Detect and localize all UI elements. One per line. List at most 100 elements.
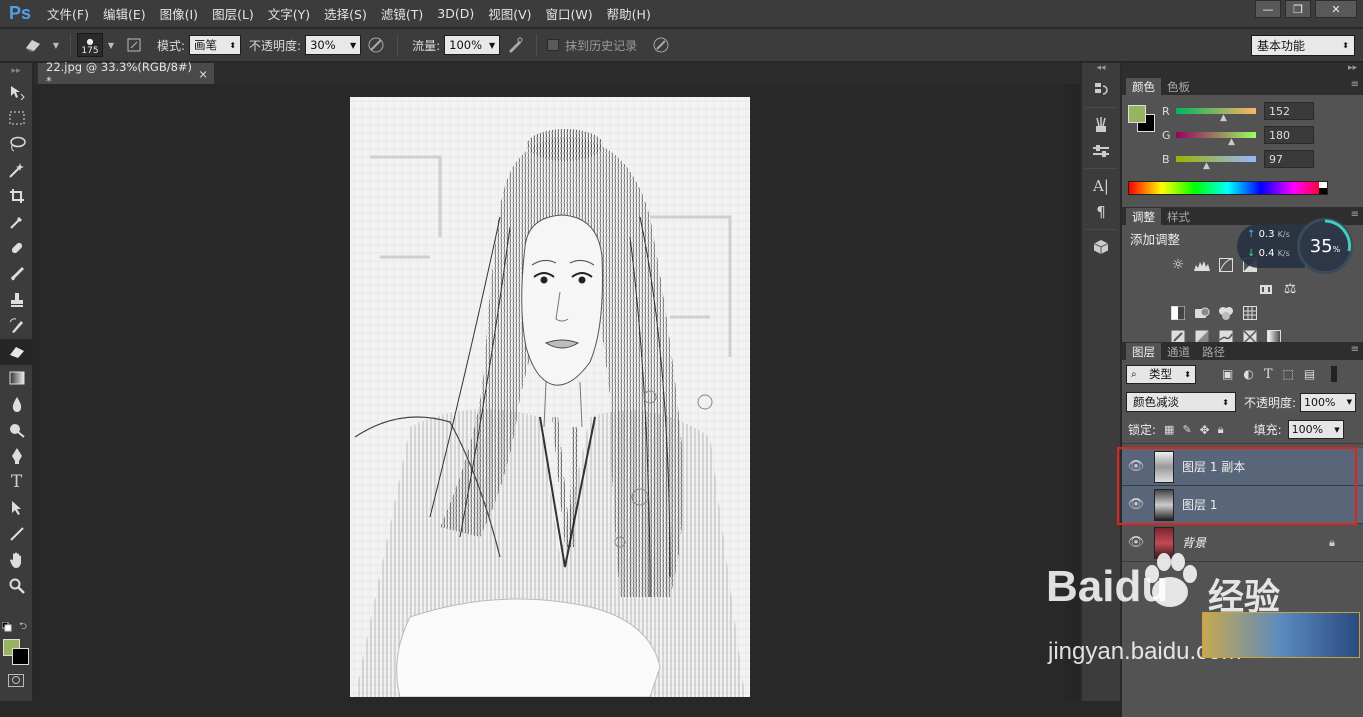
lasso-tool-icon[interactable] xyxy=(0,131,33,157)
brush-preset-picker[interactable]: ● 175 xyxy=(77,33,103,57)
layer-row[interactable]: 👁︎ 背景 🔒︎ xyxy=(1122,524,1363,562)
eraser-tool-icon[interactable] xyxy=(0,339,33,365)
menu-help[interactable]: 帮助(H) xyxy=(600,4,658,23)
healing-brush-tool-icon[interactable] xyxy=(0,235,33,261)
path-selection-tool-icon[interactable] xyxy=(0,495,33,521)
clone-stamp-tool-icon[interactable] xyxy=(0,287,33,313)
eyedropper-tool-icon[interactable] xyxy=(0,209,33,235)
tab-styles[interactable]: 样式 xyxy=(1161,208,1196,225)
eraser-tool-preset-icon[interactable] xyxy=(21,34,45,56)
brush-tool-icon[interactable] xyxy=(0,261,33,287)
panel-menu-icon[interactable]: ≡ xyxy=(1351,344,1359,355)
minimize-button[interactable]: — xyxy=(1255,0,1281,18)
opacity-input[interactable]: 30% ▼ xyxy=(305,35,362,55)
channel-mixer-icon[interactable] xyxy=(1215,303,1237,323)
menu-file[interactable]: 文件(F) xyxy=(40,4,96,23)
swap-colors-icon[interactable]: ⮌ xyxy=(19,619,27,636)
layer-opacity-input[interactable]: 100% ▼ xyxy=(1300,392,1357,412)
tab-channels[interactable]: 通道 xyxy=(1161,343,1196,360)
tab-adjustments[interactable]: 调整 xyxy=(1126,208,1161,225)
red-value-input[interactable]: 152 xyxy=(1264,102,1314,120)
default-colors-icon[interactable] xyxy=(1,621,12,632)
layer-row[interactable]: 👁︎ 图层 1 xyxy=(1122,486,1363,524)
fill-input[interactable]: 100% ▼ xyxy=(1287,420,1344,439)
lock-all-icon[interactable]: 🔒︎ xyxy=(1218,423,1224,437)
menu-select[interactable]: 选择(S) xyxy=(317,4,374,23)
line-tool-icon[interactable] xyxy=(0,521,33,547)
slider-thumb-icon[interactable]: ▲ xyxy=(1228,137,1235,147)
preset-dropdown-arrow-icon[interactable]: ▼ xyxy=(51,34,61,56)
menu-window[interactable]: 窗口(W) xyxy=(539,4,600,23)
move-tool-icon[interactable] xyxy=(0,79,33,105)
green-slider[interactable]: ▲ xyxy=(1176,132,1256,147)
quick-mask-icon[interactable] xyxy=(8,674,24,687)
lock-position-icon[interactable]: ✥ xyxy=(1200,423,1210,437)
menu-3d[interactable]: 3D(D) xyxy=(430,6,481,21)
flow-input[interactable]: 100% ▼ xyxy=(444,35,501,55)
type-tool-icon[interactable]: T xyxy=(0,469,33,495)
levels-icon[interactable] xyxy=(1191,255,1213,275)
black-white-icon[interactable] xyxy=(1167,303,1189,323)
lock-image-pixels-icon[interactable]: ✎ xyxy=(1182,423,1191,436)
layer-row[interactable]: 👁︎ 图层 1 副本 xyxy=(1122,448,1363,486)
curves-icon[interactable] xyxy=(1215,255,1237,275)
balance-icon[interactable]: ⚖ xyxy=(1279,279,1301,299)
tab-swatches[interactable]: 色板 xyxy=(1161,78,1196,95)
green-value-input[interactable]: 180 xyxy=(1264,126,1314,144)
crop-tool-icon[interactable] xyxy=(0,183,33,209)
blue-slider[interactable]: ▲ xyxy=(1176,156,1256,171)
collapse-arrows-icon[interactable]: ▸▸ xyxy=(0,63,32,79)
color-spectrum-bar[interactable] xyxy=(1128,181,1328,195)
mode-select[interactable]: 画笔 ⬍ xyxy=(189,35,242,55)
history-panel-icon[interactable] xyxy=(1082,77,1120,103)
eye-icon[interactable]: 👁︎ xyxy=(1122,497,1150,512)
blur-tool-icon[interactable] xyxy=(0,391,33,417)
blend-mode-select[interactable]: 颜色减淡 ⬍ xyxy=(1126,392,1236,412)
pressure-opacity-icon[interactable] xyxy=(364,34,388,56)
brush-dropdown-arrow-icon[interactable]: ▼ xyxy=(106,34,116,56)
blue-value-input[interactable]: 97 xyxy=(1264,150,1314,168)
restore-button[interactable]: ❐ xyxy=(1285,0,1311,18)
brightness-contrast-icon[interactable]: ☼ xyxy=(1167,255,1189,275)
pen-tool-icon[interactable] xyxy=(0,443,33,469)
magic-wand-tool-icon[interactable] xyxy=(0,157,33,183)
tab-layers[interactable]: 图层 xyxy=(1126,343,1161,360)
lock-transparent-pixels-icon[interactable]: ▦ xyxy=(1164,423,1174,436)
filter-adjustment-layer-icon[interactable]: ◐ xyxy=(1243,367,1253,381)
hand-tool-icon[interactable] xyxy=(0,547,33,573)
character-panel-icon[interactable]: A| xyxy=(1082,173,1120,199)
history-brush-tool-icon[interactable] xyxy=(0,313,33,339)
menu-type[interactable]: 文字(Y) xyxy=(261,4,317,23)
close-tab-icon[interactable]: × xyxy=(198,67,208,81)
vibrance-icon[interactable] xyxy=(1255,279,1277,299)
tab-paths[interactable]: 路径 xyxy=(1196,343,1231,360)
document-image[interactable] xyxy=(350,97,750,697)
eye-icon[interactable]: 👁︎ xyxy=(1122,535,1150,550)
brush-presets-panel-icon[interactable] xyxy=(1082,112,1120,138)
collapse-arrows-icon[interactable]: ▸▸ xyxy=(1348,63,1357,73)
pressure-size-icon[interactable] xyxy=(649,34,673,56)
dodge-tool-icon[interactable] xyxy=(0,417,33,443)
menu-layer[interactable]: 图层(L) xyxy=(205,4,261,23)
airbrush-icon[interactable] xyxy=(503,34,527,56)
panel-menu-icon[interactable]: ≡ xyxy=(1351,79,1359,90)
3d-panel-icon[interactable] xyxy=(1082,234,1120,260)
gradient-tool-icon[interactable] xyxy=(0,365,33,391)
paragraph-panel-icon[interactable]: ¶ xyxy=(1082,199,1120,225)
canvas-area[interactable] xyxy=(34,84,1080,701)
red-slider[interactable]: ▲ xyxy=(1176,108,1256,123)
menu-image[interactable]: 图像(I) xyxy=(153,4,205,23)
canvas-scrollbar[interactable] xyxy=(1065,84,1080,701)
workspace-select[interactable]: 基本功能 ⬍ xyxy=(1251,35,1355,56)
filter-shape-layer-icon[interactable]: ⬚ xyxy=(1283,367,1294,381)
layer-filter-select[interactable]: ⌕ 类型 ⬍ xyxy=(1126,364,1196,384)
filter-type-layer-icon[interactable]: T xyxy=(1264,367,1273,382)
photo-filter-icon[interactable] xyxy=(1191,303,1213,323)
background-color-swatch[interactable] xyxy=(12,648,29,665)
zoom-tool-icon[interactable] xyxy=(0,573,33,599)
document-tab[interactable]: 22.jpg @ 33.3%(RGB/8#) * × xyxy=(38,60,214,88)
slider-thumb-icon[interactable]: ▲ xyxy=(1220,113,1227,123)
menu-edit[interactable]: 编辑(E) xyxy=(96,4,153,23)
menu-filter[interactable]: 滤镜(T) xyxy=(374,4,430,23)
brush-settings-panel-icon[interactable] xyxy=(1082,138,1120,164)
